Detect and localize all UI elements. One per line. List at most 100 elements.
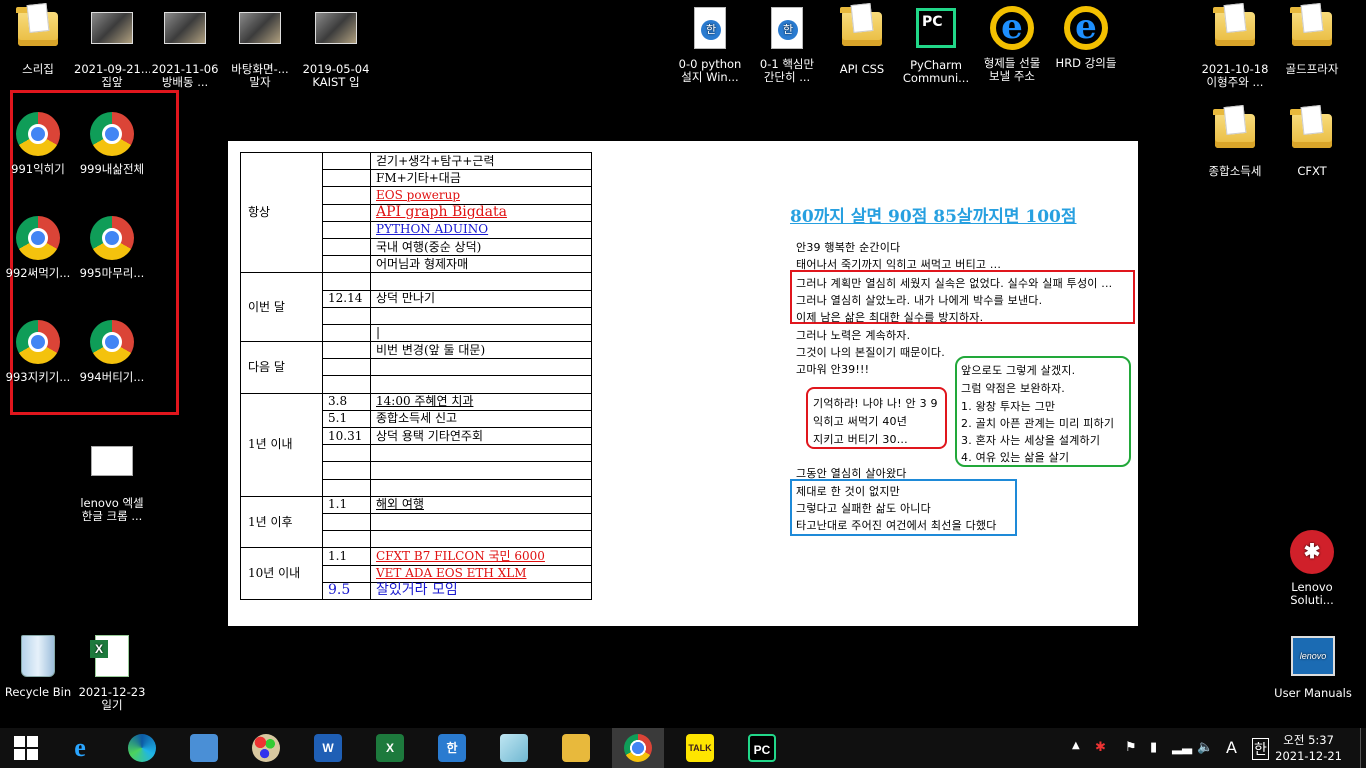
folder-icon [1213,7,1255,46]
folder-icon [562,734,590,762]
folder-icon [1213,109,1255,148]
folder-icon [16,7,58,46]
photo-icon [239,12,281,44]
schedule-table: 항상 걷기+생각+탐구+근력 FM+기타+대금 EOS powerup API … [240,151,592,600]
user-manuals-shortcut[interactable]: lenovo User Manuals [1274,632,1352,700]
lenovo-manual-icon: lenovo [1291,636,1335,676]
internet-explorer-icon: e [74,733,86,762]
excel-icon: X [376,734,404,762]
taskbar-paint[interactable] [240,728,292,768]
photo-icon [164,12,206,44]
chrome-icon [16,320,60,364]
taskbar-pycharm[interactable]: PC [736,728,788,768]
pycharm-shortcut[interactable]: PC PyCharm Communi... [898,4,974,85]
chrome-icon [90,216,134,260]
internet-explorer-icon: e [1064,6,1108,50]
show-hidden-icons-chevron-icon[interactable]: ▲ [1072,740,1080,751]
folder-2021-10-18[interactable]: 2021-10-18 이형주와 ... [1197,4,1273,89]
row-label-next-month: 다음 달 [240,341,323,394]
folder-icon [1290,7,1332,46]
lenovo-solution-shortcut[interactable]: ✱ Lenovo Soluti... [1274,528,1350,607]
clock[interactable]: 오전 5:37 2021-12-21 [1275,732,1342,764]
taskbar: e W X 한 TALK PC ▲ ✱ ⚑ ▮ ▂▃ 🔈 A 한 오전 5:37… [0,728,1366,768]
excel-diary-file[interactable]: 2021-12-23 일기 [74,632,150,712]
wallpaper-note-image: 항상 걷기+생각+탐구+근력 FM+기타+대금 EOS powerup API … [228,141,1138,626]
pycharm-icon: PC [748,734,776,762]
lenovo-excel-shortcut[interactable]: lenovo 엑셀 한글 크롬 ... [74,436,150,523]
chrome-shortcut-994[interactable]: 994버티기... [74,318,150,384]
chrome-icon [90,112,134,156]
hwp-doc-shortcut-2[interactable]: 0-1 핵심만 간단히 ... [749,4,825,84]
clock-date: 2021-12-21 [1275,749,1342,763]
row-label-within-year: 1년 이내 [240,392,323,497]
row-label-always: 항상 [240,151,323,274]
hwp-doc-shortcut-1[interactable]: 0-0 python 설지 Win... [672,4,748,84]
taskbar-kakaotalk[interactable]: TALK [674,728,726,768]
taskbar-file-explorer[interactable] [550,728,602,768]
internet-explorer-icon: e [990,6,1034,50]
ime-hangul-indicator[interactable]: 한 [1252,738,1269,760]
photo-icon [315,12,357,44]
hwp-document-icon [694,7,726,49]
chrome-icon [90,320,134,364]
chrome-icon [16,216,60,260]
taskbar-excel[interactable]: X [364,728,416,768]
folder-cfxt[interactable]: CFXT [1274,106,1350,178]
word-icon: W [314,734,342,762]
control-panel-icon [190,734,218,762]
wifi-signal-icon[interactable]: ▂▃ [1172,740,1192,755]
folder-icon [840,7,882,46]
notes-heading: 80까지 살면 90점 85살까지면 100점 [790,207,1077,227]
chrome-shortcut-992[interactable]: 992써먹기... [0,214,76,280]
taskbar-hwp[interactable]: 한 [426,728,478,768]
excel-file-icon [90,635,129,677]
flag-icon[interactable]: ⚑ [1125,740,1137,755]
row-label-this-month: 이번 달 [240,272,323,343]
row-label-after-year: 1년 이후 [240,495,323,549]
pycharm-icon: PC [916,8,956,48]
folder-gold-plaza[interactable]: 골드프라자 [1274,4,1350,76]
show-desktop-button[interactable] [1360,728,1366,768]
taskbar-control-panel[interactable] [178,728,230,768]
taskbar-chrome[interactable] [612,728,664,768]
row-label-ten-years: 10년 이내 [240,547,323,600]
volume-icon[interactable]: 🔈 [1197,740,1213,755]
taskbar-word[interactable]: W [302,728,354,768]
edge-icon [128,734,156,762]
photo-shortcut-2[interactable]: 2021-11-06 방배동 ... [147,4,223,89]
ie-shortcut-gift-address[interactable]: e 형제들 선물 보낼 주소 [974,4,1050,83]
security-icon[interactable]: ✱ [1095,740,1106,755]
photo-shortcut-4[interactable]: 2019-05-04 KAIST 입 [298,4,374,89]
ie-shortcut-hrd[interactable]: e HRD 강의들 [1048,4,1124,70]
taskbar-edge[interactable] [116,728,168,768]
paint-palette-icon [252,734,280,762]
chrome-shortcut-993[interactable]: 993지키기... [0,318,76,384]
photo-shortcut-1[interactable]: 2021-09-21... 집앞 [74,4,150,89]
chrome-icon [624,734,652,762]
folder-income-tax[interactable]: 종합소득세 [1197,106,1273,178]
recycle-bin[interactable]: Recycle Bin [0,632,76,699]
folder-icon-shortcut[interactable]: 스리집 [0,4,76,76]
taskbar-internet-explorer[interactable]: e [54,728,106,768]
hwp-document-icon [771,7,803,49]
api-css-folder[interactable]: API CSS [824,4,900,76]
hwp-icon: 한 [438,734,466,762]
kakaotalk-icon: TALK [686,734,714,762]
clock-time: 오전 5:37 [1283,733,1334,747]
windows-logo-icon [14,736,38,760]
ime-mode-indicator[interactable]: A [1226,738,1237,757]
photo-shortcut-3[interactable]: 바탕화면-... 말자 [222,4,298,89]
chrome-shortcut-991[interactable]: 991익히기 [0,110,76,176]
taskbar-notes[interactable] [488,728,540,768]
battery-icon[interactable]: ▮ [1150,740,1157,755]
lenovo-solution-icon: ✱ [1290,530,1334,574]
chrome-shortcut-995[interactable]: 995마무리... [74,214,150,280]
recycle-bin-icon [21,635,55,677]
folder-icon [1290,109,1332,148]
document-icon [91,446,133,476]
chrome-shortcut-999[interactable]: 999내삶전체 [74,110,150,176]
desktop: 스리집 2021-09-21... 집앞 2021-11-06 방배동 ... … [0,0,1366,728]
photo-icon [91,12,133,44]
start-button[interactable] [0,728,52,768]
chrome-icon [16,112,60,156]
